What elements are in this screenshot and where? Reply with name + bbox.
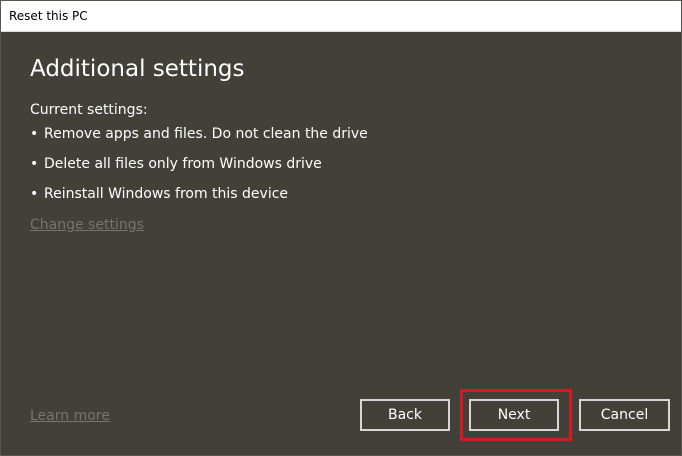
current-settings-label: Current settings: — [30, 102, 148, 118]
learn-more-link[interactable]: Learn more — [30, 407, 110, 425]
bullet-icon: • — [30, 156, 39, 172]
page-title: Additional settings — [30, 56, 245, 82]
cancel-button[interactable]: Cancel — [579, 399, 670, 431]
bullet-icon: • — [30, 186, 39, 202]
back-button[interactable]: Back — [360, 399, 450, 431]
next-button[interactable]: Next — [469, 399, 559, 431]
bullet-icon: • — [30, 126, 39, 142]
title-bar: Reset this PC — [1, 1, 681, 32]
window-title: Reset this PC — [9, 9, 88, 23]
setting-delete-files: Delete all files only from Windows drive — [44, 156, 322, 172]
setting-reinstall-source: Reinstall Windows from this device — [44, 186, 289, 202]
reset-pc-window: Reset this PC Additional settings Curren… — [0, 0, 682, 456]
setting-remove-apps: Remove apps and files. Do not clean the … — [44, 126, 368, 142]
change-settings-link[interactable]: Change settings — [30, 216, 144, 234]
